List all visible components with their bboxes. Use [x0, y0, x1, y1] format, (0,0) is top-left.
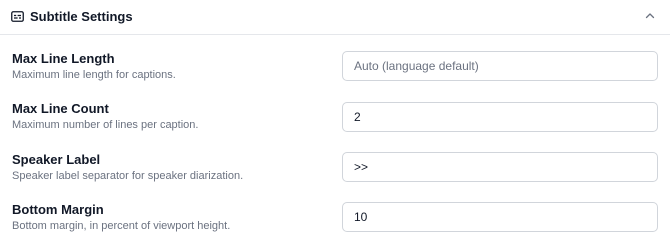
setting-description: Maximum number of lines per caption.: [12, 119, 199, 131]
setting-description: Bottom margin, in percent of viewport he…: [12, 220, 231, 232]
max-line-count-input[interactable]: [342, 102, 658, 132]
setting-row-max-line-count: Max Line Count Maximum number of lines p…: [0, 101, 670, 151]
setting-row-speaker-label: Speaker Label Speaker label separator fo…: [0, 152, 670, 202]
setting-description: Speaker label separator for speaker diar…: [12, 170, 244, 182]
chevron-up-icon[interactable]: [644, 10, 656, 22]
setting-label: Max Line Count: [12, 101, 109, 116]
section-header[interactable]: Subtitle Settings: [0, 0, 670, 35]
setting-row-max-line-length: Max Line Length Maximum line length for …: [0, 51, 670, 101]
setting-description: Maximum line length for captions.: [12, 69, 176, 81]
speaker-label-input[interactable]: [342, 152, 658, 182]
setting-label: Bottom Margin: [12, 202, 104, 217]
setting-label: Speaker Label: [12, 152, 101, 167]
setting-label: Max Line Length: [12, 51, 115, 66]
subtitle-settings-panel: Subtitle Settings Max Line Length Maximu…: [0, 0, 670, 250]
bottom-margin-input[interactable]: [342, 202, 658, 232]
subtitles-icon: [11, 11, 24, 22]
section-title: Subtitle Settings: [30, 9, 133, 24]
setting-row-bottom-margin: Bottom Margin Bottom margin, in percent …: [0, 202, 670, 250]
max-line-length-input[interactable]: [342, 51, 658, 81]
